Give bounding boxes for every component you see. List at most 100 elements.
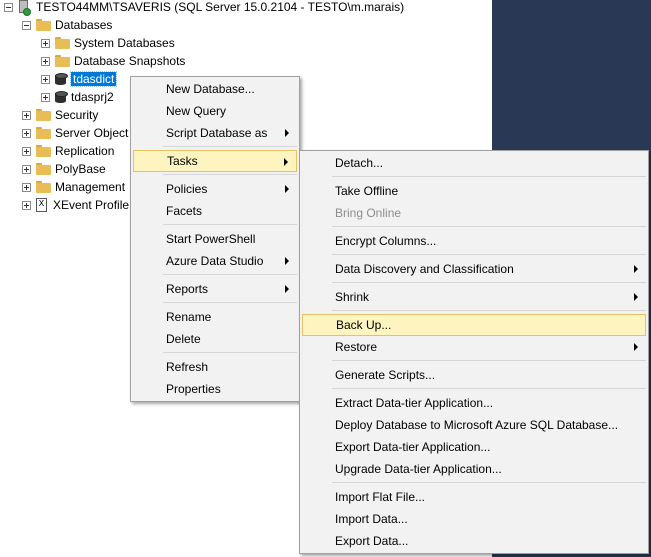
tdasdict-label[interactable]: tdasdict [69,71,118,87]
menu-label: Rename [166,310,212,324]
menu-label: Policies [166,182,208,196]
tree-node-system-databases[interactable]: System Databases [41,34,175,52]
menu-azure-data-studio[interactable]: Azure Data Studio [133,250,297,272]
menu-separator [332,176,646,177]
expand-icon[interactable] [22,164,31,174]
menu-export-dac[interactable]: Export Data-tier Application... [302,436,646,458]
menu-reports[interactable]: Reports [133,278,297,300]
menu-label: Export Data-tier Application... [335,440,491,454]
tdasprj2-label: tdasprj2 [71,90,114,104]
menu-shrink[interactable]: Shrink [302,286,646,308]
menu-back-up[interactable]: Back Up... [302,314,646,336]
menu-label: Detach... [335,156,384,170]
expand-icon[interactable] [22,146,31,156]
menu-separator [332,388,646,389]
tree-node-server[interactable]: TESTO44MM\TSAVERIS (SQL Server 15.0.2104… [4,0,404,16]
menu-label: Start PowerShell [166,232,256,246]
menu-label: Take Offline [335,184,399,198]
submenu-arrow-icon [634,343,638,351]
menu-deploy-azure[interactable]: Deploy Database to Microsoft Azure SQL D… [302,414,646,436]
tree-node-server-objects[interactable]: Server Object [22,124,128,142]
menu-separator [163,302,297,303]
expand-icon[interactable] [22,200,31,210]
database-context-menu: New Database... New Query Script Databas… [130,76,300,402]
polybase-label: PolyBase [55,162,106,176]
menu-script-database-as[interactable]: Script Database as [133,122,297,144]
menu-export-data[interactable]: Export Data... [302,530,646,552]
expand-icon[interactable] [41,38,50,48]
tree-node-replication[interactable]: Replication [22,142,114,160]
tree-node-xevent[interactable]: X XEvent Profile [22,196,129,214]
database-icon [55,72,68,86]
expand-icon[interactable] [22,128,31,138]
menu-tasks[interactable]: Tasks [133,150,297,172]
server-objects-label: Server Object [55,126,129,140]
menu-separator [332,226,646,227]
menu-generate-scripts[interactable]: Generate Scripts... [302,364,646,386]
submenu-arrow-icon [634,293,638,301]
menu-label: Delete [166,332,201,346]
menu-new-database[interactable]: New Database... [133,78,297,100]
menu-label: Back Up... [336,318,392,332]
menu-label: Upgrade Data-tier Application... [335,462,502,476]
databases-label: Databases [55,18,113,32]
menu-import-flat-file[interactable]: Import Flat File... [302,486,646,508]
collapse-databases-icon[interactable] [22,20,31,30]
menu-separator [163,174,297,175]
menu-import-data[interactable]: Import Data... [302,508,646,530]
menu-detach[interactable]: Detach... [302,152,646,174]
menu-separator [163,274,297,275]
menu-separator [332,360,646,361]
expand-icon[interactable] [41,92,50,102]
menu-label: Generate Scripts... [335,368,436,382]
folder-icon [36,145,51,157]
menu-label: Tasks [167,154,198,168]
expand-icon[interactable] [22,110,31,120]
menu-start-powershell[interactable]: Start PowerShell [133,228,297,250]
menu-encrypt-columns[interactable]: Encrypt Columns... [302,230,646,252]
expand-icon[interactable] [41,56,50,66]
submenu-arrow-icon [285,129,289,137]
menu-properties[interactable]: Properties [133,378,297,400]
tree-node-tdasprj2[interactable]: tdasprj2 [41,88,114,106]
menu-label: New Query [166,104,227,118]
menu-rename[interactable]: Rename [133,306,297,328]
expand-icon[interactable] [41,74,50,84]
collapse-server-icon[interactable] [4,2,13,12]
menu-facets[interactable]: Facets [133,200,297,222]
menu-refresh[interactable]: Refresh [133,356,297,378]
menu-delete[interactable]: Delete [133,328,297,350]
menu-label: Bring Online [335,206,402,220]
menu-label: Refresh [166,360,209,374]
folder-icon [36,127,51,139]
menu-label: Data Discovery and Classification [335,262,514,276]
menu-restore[interactable]: Restore [302,336,646,358]
menu-take-offline[interactable]: Take Offline [302,180,646,202]
menu-separator [163,224,297,225]
tree-node-management[interactable]: Management [22,178,125,196]
tree-node-security[interactable]: Security [22,106,98,124]
xevent-profiler-icon: X [36,198,47,212]
menu-bring-online: Bring Online [302,202,646,224]
submenu-arrow-icon [285,285,289,293]
folder-icon [55,37,70,49]
tree-node-polybase[interactable]: PolyBase [22,160,106,178]
menu-upgrade-dac[interactable]: Upgrade Data-tier Application... [302,458,646,480]
folder-icon [36,163,51,175]
tree-node-snapshots[interactable]: Database Snapshots [41,52,185,70]
tree-node-tdasdict[interactable]: tdasdict [41,70,118,88]
menu-label: New Database... [166,82,255,96]
submenu-arrow-icon [284,158,288,166]
tree-node-databases[interactable]: Databases [22,16,112,34]
folder-icon [36,109,51,121]
menu-new-query[interactable]: New Query [133,100,297,122]
menu-policies[interactable]: Policies [133,178,297,200]
menu-separator [163,146,297,147]
menu-label: Import Data... [335,512,408,526]
menu-separator [332,254,646,255]
menu-label: Extract Data-tier Application... [335,396,494,410]
menu-data-discovery[interactable]: Data Discovery and Classification [302,258,646,280]
menu-label: Reports [166,282,209,296]
menu-extract-dac[interactable]: Extract Data-tier Application... [302,392,646,414]
expand-icon[interactable] [22,182,31,192]
